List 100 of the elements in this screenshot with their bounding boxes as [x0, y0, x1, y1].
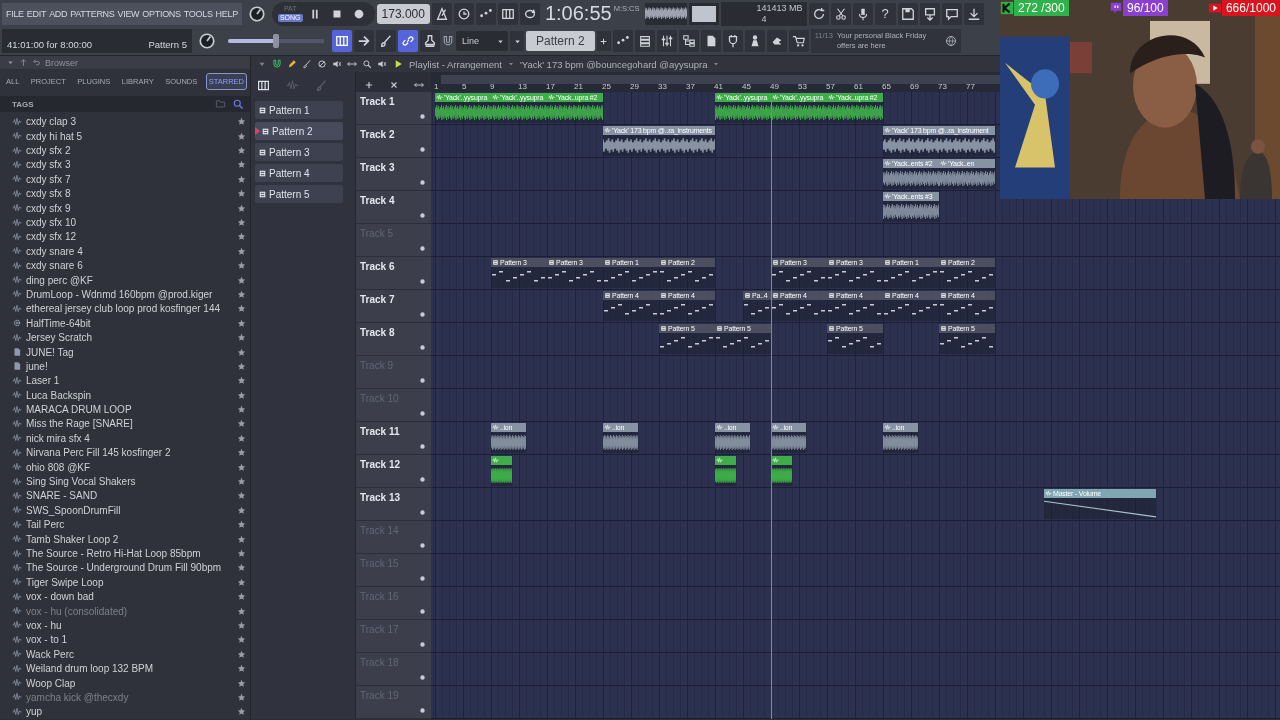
browser-item[interactable]: Miss the Rage [SNARE]: [0, 416, 250, 432]
audio-clip[interactable]: [771, 456, 792, 486]
browser-item[interactable]: cxdy sfx 2: [0, 143, 250, 158]
help-button[interactable]: ?: [874, 2, 896, 25]
list-button[interactable]: [634, 30, 655, 53]
previous-button[interactable]: [510, 31, 524, 52]
menu-item[interactable]: EDIT: [26, 8, 47, 19]
chat-button[interactable]: [941, 2, 962, 25]
browser-item[interactable]: Nirvana Perc Fill 145 kosfinger 2: [0, 445, 250, 460]
browser-item[interactable]: ding perc @KF: [0, 272, 250, 288]
browser-item[interactable]: cxdy snare 4: [0, 244, 250, 259]
browser-item[interactable]: vox - down bad: [0, 589, 250, 604]
piano-button[interactable]: [497, 2, 518, 25]
clock-button[interactable]: [453, 2, 474, 25]
browser-item[interactable]: cxdy hi hat 5: [0, 129, 250, 144]
loop-button[interactable]: [519, 2, 540, 25]
cart-button[interactable]: [788, 30, 809, 53]
browser-item[interactable]: Wack Perc: [0, 647, 250, 662]
browser-item[interactable]: nick mira sfx 4: [0, 431, 250, 446]
browser-item[interactable]: cxdy sfx 7: [0, 172, 250, 187]
file-button[interactable]: [700, 30, 721, 53]
audio-clip[interactable]: [715, 456, 736, 486]
track-header[interactable]: Track 3: [356, 158, 431, 191]
pattern-item[interactable]: Pattern 1: [255, 101, 343, 119]
audio-clip[interactable]: [491, 456, 512, 486]
browser-item[interactable]: ohio 808 @KF: [0, 459, 250, 475]
browser-item[interactable]: yup: [0, 704, 250, 719]
browser-item[interactable]: Weiland drum loop 132 BPM: [0, 661, 250, 676]
browser-item[interactable]: cxdy snare 6: [0, 258, 250, 273]
snap-dropdown[interactable]: Line: [456, 31, 508, 52]
track-header[interactable]: Track 7: [356, 290, 431, 323]
track-header[interactable]: Track 13: [356, 488, 431, 521]
tree-button[interactable]: [678, 30, 699, 53]
track-header[interactable]: Track 11: [356, 422, 431, 455]
menu-item[interactable]: PATTERNS: [70, 8, 115, 19]
browser-item[interactable]: vox - to 1: [0, 632, 250, 648]
browser-item[interactable]: Jersey Scratch: [0, 330, 250, 345]
browser-item[interactable]: Tail Perc: [0, 517, 250, 532]
plug-button[interactable]: [722, 30, 743, 53]
link-button[interactable]: [398, 30, 418, 53]
save-button[interactable]: [897, 2, 918, 25]
stamp-button[interactable]: [420, 30, 440, 53]
pattern-item[interactable]: Pattern 2: [255, 122, 343, 140]
track-header[interactable]: Track 4: [356, 191, 431, 224]
track-header[interactable]: Track 8: [356, 323, 431, 356]
add-pattern-button[interactable]: [596, 31, 611, 52]
scrollbar[interactable]: [441, 75, 1001, 84]
hand-button[interactable]: [766, 30, 787, 53]
browser-item[interactable]: cxdy sfx 8: [0, 186, 250, 201]
menu-item[interactable]: FILE: [6, 8, 24, 19]
browser-item[interactable]: Sing Sing Vocal Shakers: [0, 474, 250, 489]
graph-button[interactable]: [612, 30, 633, 53]
browser-item[interactable]: cxdy sfx 9: [0, 200, 250, 216]
menu-item[interactable]: OPTIONS: [142, 8, 181, 19]
pattern-item[interactable]: Pattern 4: [255, 164, 343, 182]
tempo-field[interactable]: 173.000: [376, 3, 430, 24]
volume-thumb[interactable]: [273, 34, 279, 49]
dots-button[interactable]: [475, 2, 496, 25]
browser-item[interactable]: SNARE - SAND: [0, 488, 250, 504]
microphone-button[interactable]: [852, 2, 873, 25]
browser-item[interactable]: The Source - Underground Drum Fill 90bpm: [0, 560, 250, 576]
piano-roll-button[interactable]: [332, 30, 352, 53]
refresh-button[interactable]: [808, 2, 829, 25]
browser-item[interactable]: Laser 1: [0, 373, 250, 388]
browser-item[interactable]: SWS_SpoonDrumFill: [0, 503, 250, 518]
menu-item[interactable]: VIEW: [117, 8, 140, 19]
track-header[interactable]: Track 2: [356, 125, 431, 158]
scissors-button[interactable]: [830, 2, 851, 25]
browser-item[interactable]: Woop Clap: [0, 675, 250, 691]
browser-item[interactable]: The Source - Retro Hi-Hat Loop 85bpm: [0, 546, 250, 561]
person-button[interactable]: [744, 30, 765, 53]
export-button[interactable]: [919, 2, 940, 25]
menu-item[interactable]: ADD: [49, 8, 68, 19]
brush-button[interactable]: [376, 30, 396, 53]
browser-item[interactable]: cxdy sfx 12: [0, 229, 250, 245]
browser-item[interactable]: vox - hu: [0, 618, 250, 633]
arrow-button[interactable]: [354, 30, 374, 53]
browser-item[interactable]: DrumLoop - Wdnmd 160bpm @prod.kiger: [0, 287, 250, 302]
browser-item[interactable]: june!: [0, 359, 250, 374]
metronome-button[interactable]: [431, 2, 452, 25]
pattern-selector[interactable]: Pattern 2: [526, 31, 595, 52]
browser-item[interactable]: cxdy sfx 10: [0, 215, 250, 230]
browser-item[interactable]: Tamb Shaker Loop 2: [0, 531, 250, 547]
mixer-button[interactable]: [656, 30, 677, 53]
browser-item[interactable]: Tiger Swipe Loop: [0, 575, 250, 590]
menu-item[interactable]: TOOLS: [183, 8, 213, 19]
download-button[interactable]: [963, 2, 984, 25]
browser-item[interactable]: Luca Backspin: [0, 388, 250, 403]
browser-item[interactable]: HalfTime-64bit: [0, 316, 250, 331]
track-header[interactable]: Track 12: [356, 455, 431, 488]
browser-item[interactable]: MARACA DRUM LOOP: [0, 402, 250, 417]
pattern-item[interactable]: Pattern 5: [255, 185, 343, 203]
track-header[interactable]: Track 6: [356, 257, 431, 290]
pattern-item[interactable]: Pattern 3: [255, 143, 343, 161]
timeline-ruler[interactable]: 1 5 9 13 17 21 25 29 33 37 41 45 49 53 57 61 65 69 73 77: [431, 72, 1001, 92]
menu-item[interactable]: HELP: [215, 8, 238, 19]
browser-item[interactable]: cxdy sfx 3: [0, 157, 250, 173]
track-header[interactable]: Track 1: [356, 92, 431, 125]
browser-item[interactable]: ethereal jersey club loop prod kosfinger 144: [0, 301, 250, 317]
browser-item[interactable]: JUNE! Tag: [0, 344, 250, 360]
